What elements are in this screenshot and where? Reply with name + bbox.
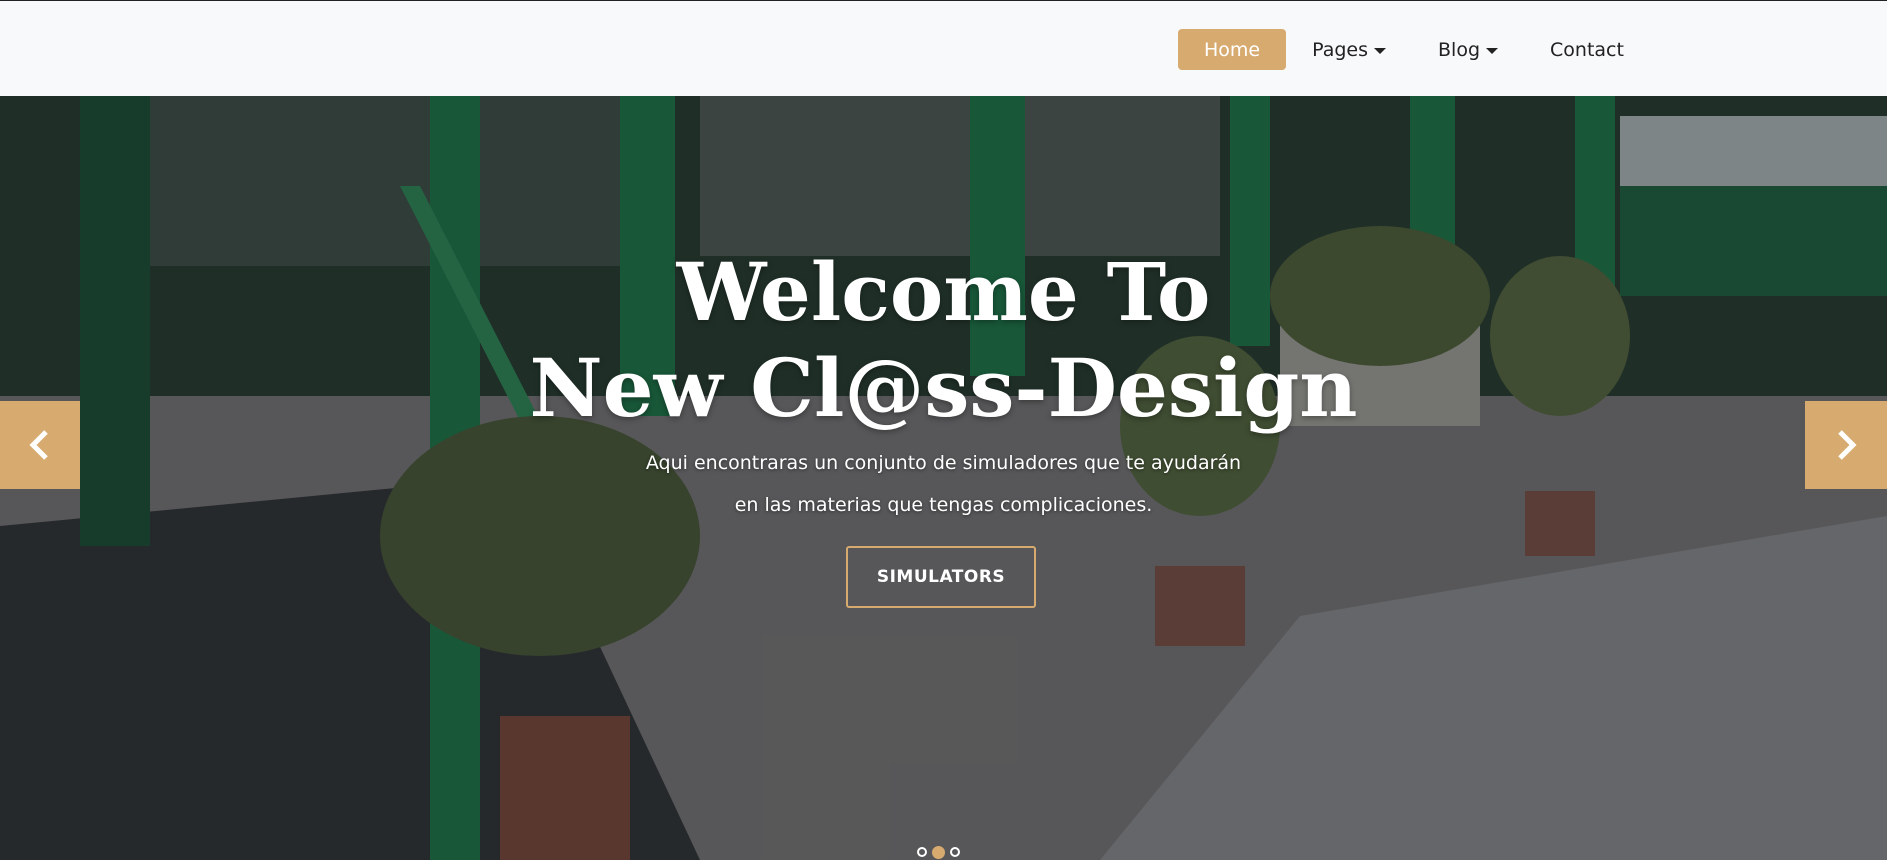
hero-carousel: Welcome To New Cl@ss-Design Aqui encontr… [0,96,1887,860]
hero-overlay [0,96,1887,860]
carousel-prev-button[interactable] [0,401,80,489]
caret-down-icon [1374,47,1387,54]
hero-title-line1: Welcome To [676,245,1211,339]
nav-blog-label: Blog [1438,38,1481,61]
hero-title-line2: New Cl@ss-Design [529,341,1358,435]
simulators-button[interactable]: SIMULATORS [846,546,1036,608]
nav-contact-label: Contact [1550,38,1624,61]
top-navbar: Home Pages Blog Contact [0,0,1887,96]
carousel-dot-1[interactable] [917,847,927,857]
hero-subtitle-line2: en las materias que tengas complicacione… [734,494,1153,516]
hero-subtitle-line1: Aqui encontraras un conjunto de simulado… [645,452,1242,474]
carousel-indicators [917,846,960,859]
main-nav: Home Pages Blog Contact [1178,29,1650,70]
chevron-right-icon [1838,430,1857,460]
nav-pages-label: Pages [1312,38,1369,61]
nav-home[interactable]: Home [1178,29,1287,70]
chevron-left-icon [29,430,48,460]
nav-contact[interactable]: Contact [1524,29,1650,70]
carousel-dot-2[interactable] [932,846,945,859]
nav-home-label: Home [1204,38,1261,61]
nav-pages[interactable]: Pages [1286,29,1412,70]
nav-blog[interactable]: Blog [1412,29,1524,70]
hero-title: Welcome To New Cl@ss-Design [0,244,1887,436]
caret-down-icon [1486,47,1499,54]
carousel-next-button[interactable] [1805,401,1887,489]
carousel-dot-3[interactable] [950,847,960,857]
